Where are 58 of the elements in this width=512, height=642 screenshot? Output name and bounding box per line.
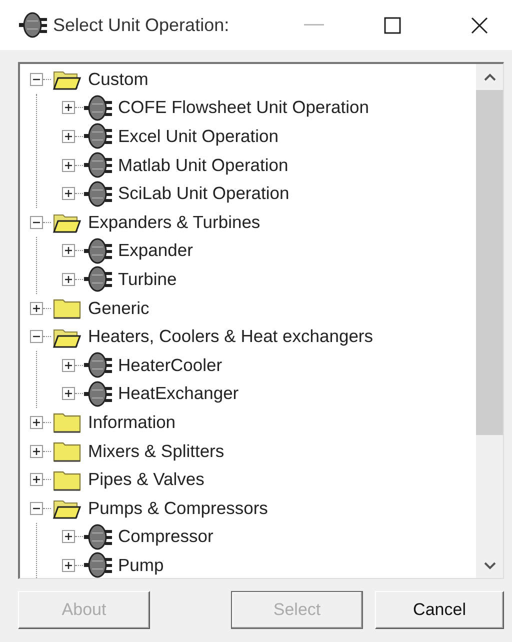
plug-icon (18, 12, 48, 38)
tree-item[interactable]: Pump (118, 554, 164, 576)
expand-icon[interactable] (30, 302, 43, 315)
plug-icon (83, 266, 113, 292)
collapse-icon[interactable] (30, 330, 43, 344)
plug-icon (83, 123, 113, 150)
plug-icon (83, 524, 113, 550)
maximize-icon[interactable] (384, 16, 401, 34)
close-icon[interactable] (471, 16, 488, 34)
scroll-thumb[interactable] (476, 90, 503, 435)
collapse-icon[interactable] (30, 502, 43, 515)
expand-icon[interactable] (62, 187, 75, 200)
tree-item[interactable]: Custom (88, 68, 148, 90)
expand-icon[interactable] (62, 158, 75, 172)
folder-icon (53, 468, 81, 491)
folder-icon (53, 440, 81, 462)
tree-item[interactable]: Expander (118, 240, 193, 262)
scrollbar[interactable] (476, 64, 503, 578)
tree-item[interactable]: Heaters, Coolers & Heat exchangers (88, 326, 373, 348)
scroll-down-icon[interactable] (484, 562, 496, 570)
tree-item[interactable]: Matlab Unit Operation (118, 154, 288, 176)
tree-item[interactable]: COFE Flowsheet Unit Operation (118, 97, 369, 118)
plug-icon (83, 352, 113, 378)
expand-icon[interactable] (62, 387, 75, 400)
expand-icon[interactable] (62, 558, 75, 572)
folder-icon (53, 297, 81, 320)
expand-icon[interactable] (30, 473, 43, 486)
tree-item[interactable]: Compressor (118, 526, 214, 548)
tree-item[interactable]: Turbine (118, 268, 177, 290)
tree-item[interactable]: Excel Unit Operation (118, 126, 278, 147)
expand-icon[interactable] (62, 101, 75, 114)
tree-item[interactable]: Mixers & Splitters (88, 440, 224, 462)
dialog-button[interactable]: Cancel (375, 591, 504, 629)
tree-item[interactable]: Pumps & Compressors (88, 498, 268, 519)
tree-item[interactable]: HeaterCooler (118, 354, 222, 376)
expand-icon[interactable] (62, 272, 75, 286)
scroll-up-icon[interactable] (484, 73, 496, 81)
plug-icon (83, 152, 113, 178)
tree-item[interactable]: Information (88, 412, 176, 433)
expand-icon[interactable] (62, 130, 75, 143)
tree-item[interactable]: Expanders & Turbines (88, 212, 260, 233)
collapse-icon[interactable] (30, 216, 43, 229)
tree-item[interactable]: SciLab Unit Operation (118, 183, 290, 204)
tree-item[interactable]: Generic (88, 298, 150, 319)
plug-icon (83, 94, 113, 121)
folder-icon (53, 411, 81, 434)
collapse-icon[interactable] (30, 72, 43, 86)
plug-icon (83, 380, 113, 407)
plug-icon (83, 180, 113, 207)
tree-item[interactable]: Pipes & Valves (88, 469, 204, 490)
expand-icon[interactable] (62, 358, 75, 372)
expand-icon[interactable] (62, 244, 75, 258)
expand-icon[interactable] (62, 530, 75, 544)
window-title: Select Unit Operation: (53, 14, 230, 36)
expand-icon[interactable] (30, 444, 43, 458)
expand-icon[interactable] (30, 416, 43, 429)
tree-item[interactable]: HeatExchanger (118, 383, 239, 404)
plug-icon (83, 238, 113, 264)
